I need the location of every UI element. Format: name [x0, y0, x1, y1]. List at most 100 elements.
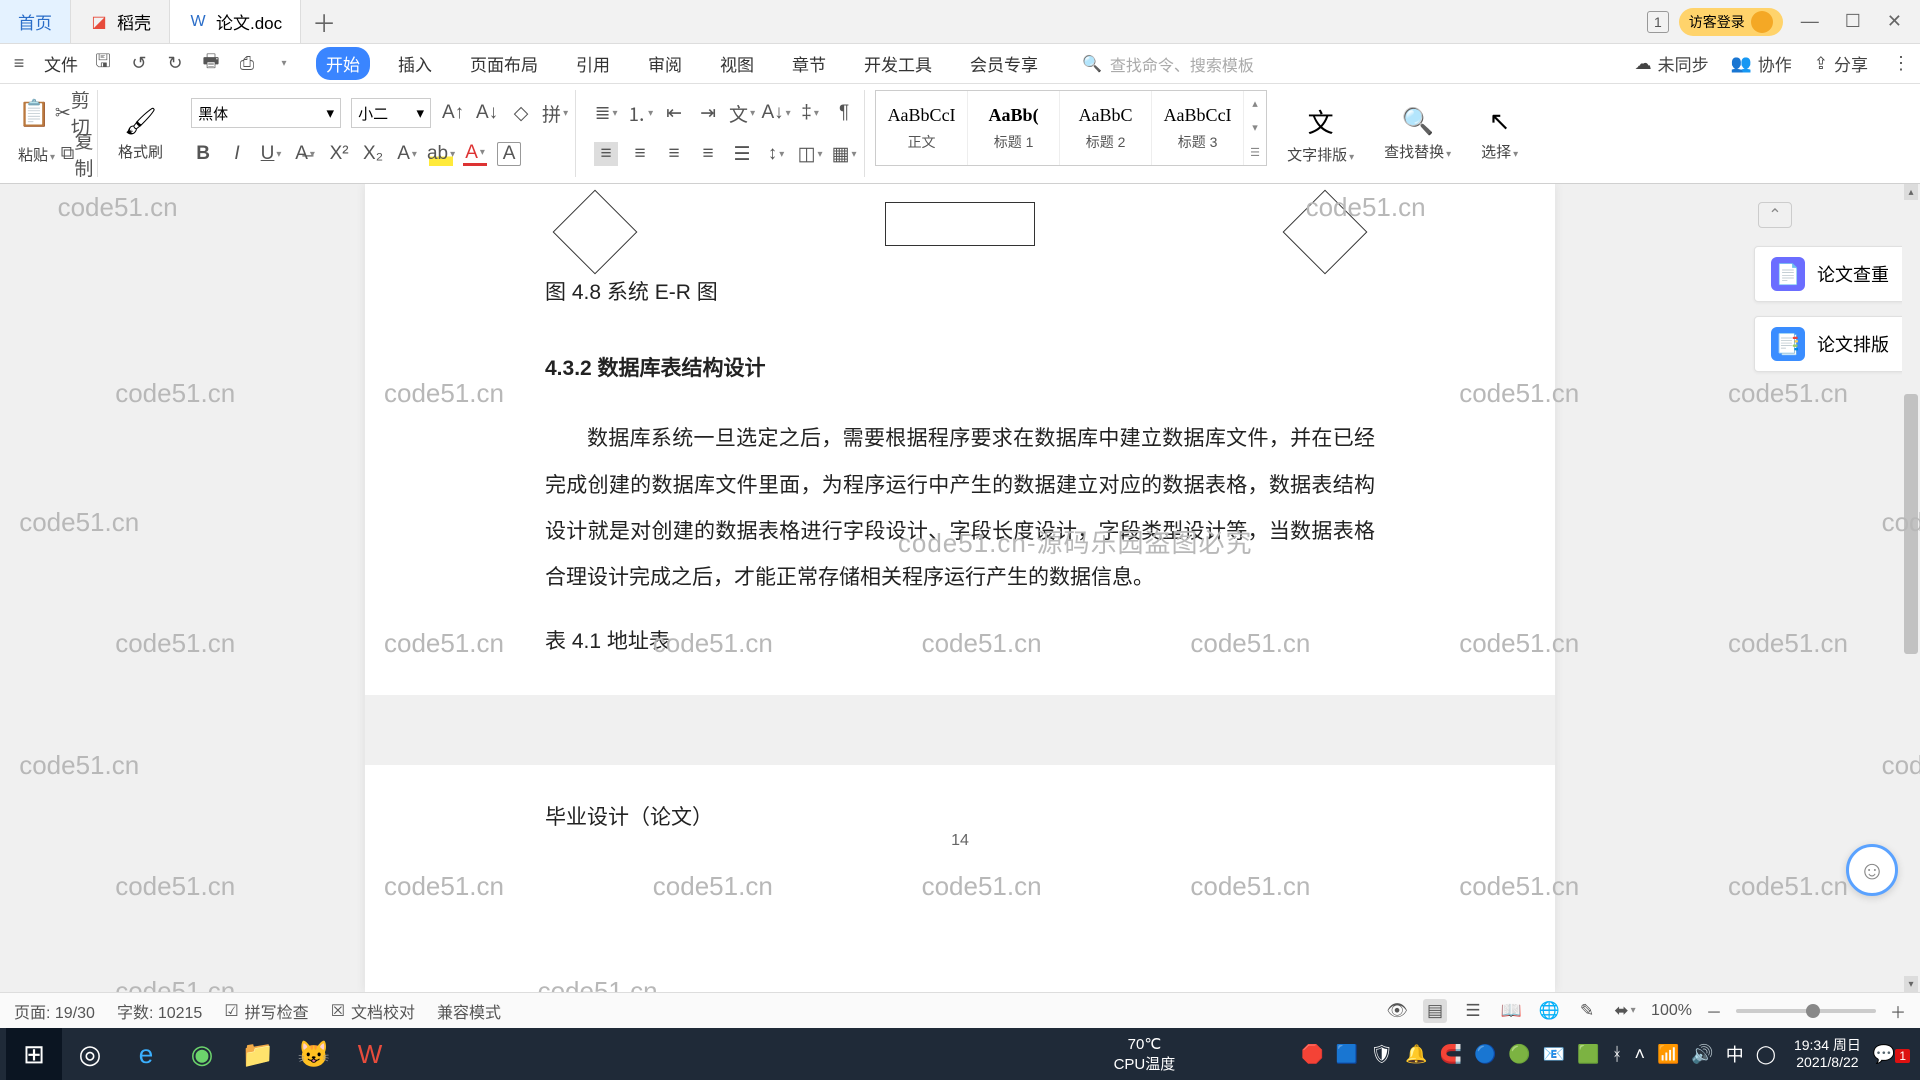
app-icon-1[interactable]: 😺 — [286, 1028, 342, 1080]
menu-references[interactable]: 引用 — [566, 47, 620, 80]
bluetooth-icon[interactable]: ᚼ — [1612, 1044, 1623, 1065]
redo-icon[interactable]: ↻ — [164, 53, 186, 75]
assistant-floating-button[interactable]: ☺ — [1846, 844, 1898, 896]
style-h2[interactable]: AaBbC标题 2 — [1060, 91, 1152, 165]
menu-insert[interactable]: 插入 — [388, 47, 442, 80]
wifi-icon[interactable]: 📶 — [1657, 1044, 1679, 1065]
increase-indent-icon[interactable]: ⇥ — [696, 101, 720, 125]
show-marks-icon[interactable]: ¶ — [832, 101, 856, 125]
format-painter-icon[interactable]: 🖌 — [124, 106, 157, 137]
cpu-temp-widget[interactable]: 70℃ CPU温度 — [1114, 1035, 1176, 1074]
fit-width-icon[interactable]: ⬌ — [1613, 999, 1637, 1023]
line-height-icon[interactable]: ↕ — [764, 142, 788, 166]
ime-icon[interactable]: 中 — [1726, 1041, 1744, 1067]
sync-status[interactable]: ☁未同步 — [1635, 51, 1709, 76]
vertical-scrollbar[interactable]: ▴ ▾ — [1902, 184, 1920, 992]
tray-icon[interactable]: 🔔 — [1405, 1044, 1427, 1065]
line-spacing-icon[interactable]: ‡ — [798, 101, 822, 125]
subscript-icon[interactable]: X₂ — [361, 142, 385, 166]
zoom-thumb[interactable] — [1806, 1004, 1820, 1018]
numbering-icon[interactable]: ⒈ — [628, 101, 652, 125]
outline-view-icon[interactable]: ☰ — [1461, 999, 1485, 1023]
select-button[interactable]: ↖选择 — [1471, 90, 1528, 177]
new-tab-button[interactable]: ＋ — [301, 0, 347, 43]
explorer-icon[interactable]: 📁 — [230, 1028, 286, 1080]
eye-protect-icon[interactable]: 👁 — [1385, 999, 1409, 1023]
style-normal[interactable]: AaBbCcI正文 — [876, 91, 968, 165]
tray-expand-icon[interactable]: ˄ — [1634, 1044, 1645, 1065]
browser-icon[interactable]: ◉ — [174, 1028, 230, 1080]
collapse-panel-button[interactable]: ⌃ — [1758, 202, 1792, 228]
tab-document[interactable]: W论文.doc — [170, 0, 301, 43]
reading-view-icon[interactable]: 📖 — [1499, 999, 1523, 1023]
minimize-button[interactable]: — — [1793, 11, 1827, 32]
coop-button[interactable]: 👥协作 — [1731, 51, 1792, 76]
decrease-indent-icon[interactable]: ⇤ — [662, 101, 686, 125]
menu-devtools[interactable]: 开发工具 — [854, 47, 942, 80]
text-layout-button[interactable]: 文文字排版 — [1277, 90, 1364, 177]
highlight-icon[interactable]: ab — [429, 142, 453, 166]
close-button[interactable]: ✕ — [1879, 11, 1910, 32]
volume-icon[interactable]: 🔊 — [1691, 1044, 1713, 1065]
sort-icon[interactable]: A↓ — [764, 101, 788, 125]
command-search[interactable]: 🔍 查找命令、搜索模板 — [1082, 52, 1342, 76]
copy-button[interactable]: ⧉ 复制 — [65, 142, 89, 166]
maximize-button[interactable]: ☐ — [1837, 11, 1869, 32]
align-right-icon[interactable]: ≡ — [662, 142, 686, 166]
share-button[interactable]: ⇪分享 — [1814, 51, 1868, 76]
tray-icon[interactable]: 🟩 — [1577, 1044, 1599, 1065]
tray-icon[interactable]: 🟢 — [1508, 1044, 1530, 1065]
text-effects-icon[interactable]: A — [395, 142, 419, 166]
print-icon[interactable]: 🖶 — [200, 53, 222, 75]
styles-scroll[interactable]: ▴▾☰ — [1244, 91, 1266, 165]
start-button[interactable]: ⊞ — [6, 1028, 62, 1080]
bullets-icon[interactable]: ≣ — [594, 101, 618, 125]
paste-label[interactable]: 粘贴 — [18, 144, 55, 165]
shading-icon[interactable]: ◫ — [798, 142, 822, 166]
quick-access-more[interactable] — [272, 53, 294, 75]
menu-view[interactable]: 视图 — [710, 47, 764, 80]
cut-button[interactable]: ✂ 剪切 — [60, 101, 84, 125]
tray-icon[interactable]: 🛑 — [1301, 1044, 1323, 1065]
borders-icon[interactable]: ▦ — [832, 142, 856, 166]
tray-icon[interactable]: 🛡 — [1370, 1044, 1393, 1065]
plagiarism-check-button[interactable]: 📄论文查重 — [1754, 246, 1906, 302]
scroll-up-arrow[interactable]: ▴ — [1904, 184, 1918, 200]
tab-home[interactable]: 首页 — [0, 0, 71, 43]
tray-icon[interactable]: 🟦 — [1336, 1044, 1358, 1065]
menu-page-layout[interactable]: 页面布局 — [460, 47, 548, 80]
file-menu[interactable]: 文件 — [44, 51, 78, 76]
action-center-icon[interactable]: 💬1 — [1873, 1044, 1910, 1065]
spell-check-toggle[interactable]: ☑拼写检查 — [224, 999, 308, 1023]
preview-icon[interactable]: ⎙ — [236, 53, 258, 75]
page[interactable]: 图 4.8 系统 E-R 图 4.3.2 数据库表结构设计 数据库系统一旦选定之… — [365, 184, 1555, 992]
phonetic-icon[interactable]: 拼 — [543, 101, 567, 125]
zoom-slider[interactable] — [1736, 1009, 1876, 1013]
undo-icon[interactable]: ↺ — [128, 53, 150, 75]
underline-icon[interactable]: U — [259, 142, 283, 166]
decrease-font-icon[interactable]: A↓ — [475, 101, 499, 125]
scroll-thumb[interactable] — [1904, 394, 1918, 654]
style-h1[interactable]: AaBb(标题 1 — [968, 91, 1060, 165]
bold-icon[interactable]: B — [191, 142, 215, 166]
guest-login-button[interactable]: 访客登录 — [1679, 8, 1783, 36]
zoom-out-button[interactable]: － — [1706, 999, 1722, 1023]
font-name-select[interactable]: 黑体▾ — [191, 98, 341, 128]
menu-chapter[interactable]: 章节 — [782, 47, 836, 80]
italic-icon[interactable]: I — [225, 142, 249, 166]
hamburger-icon[interactable]: ≡ — [8, 53, 30, 75]
ie-icon[interactable]: e — [118, 1028, 174, 1080]
align-justify-icon[interactable]: ≡ — [696, 142, 720, 166]
annotate-icon[interactable]: ✎ — [1575, 999, 1599, 1023]
save-icon[interactable]: 🖫 — [92, 53, 114, 75]
clear-format-icon[interactable]: ◇ — [509, 101, 533, 125]
styles-gallery[interactable]: AaBbCcI正文 AaBb(标题 1 AaBbC标题 2 AaBbCcI标题 … — [875, 90, 1267, 166]
page-view-icon[interactable]: ▤ — [1423, 999, 1447, 1023]
font-color-icon[interactable]: A — [463, 142, 487, 166]
menu-review[interactable]: 审阅 — [638, 47, 692, 80]
tab-daoke[interactable]: ◪稻壳 — [71, 0, 170, 43]
tray-icon[interactable]: 📧 — [1543, 1044, 1565, 1065]
align-center-icon[interactable]: ≡ — [628, 142, 652, 166]
font-size-select[interactable]: 小二▾ — [351, 98, 431, 128]
menu-start[interactable]: 开始 — [316, 47, 370, 80]
